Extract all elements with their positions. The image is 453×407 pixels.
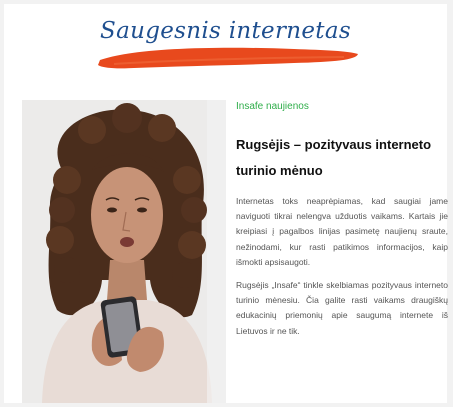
- site-title: Saugesnis internetas: [100, 18, 351, 44]
- newsletter-header: Saugesnis internetas: [4, 4, 447, 84]
- article-category[interactable]: Insafe naujienos: [236, 100, 448, 114]
- article-paragraph: Internetas toks neaprėpiamas, kad saugia…: [236, 196, 448, 267]
- article: Insafe naujienos Rugsėjis – pozityvaus i…: [236, 100, 448, 339]
- article-paragraph: Rugsėjis „Insafe“ tinkle skelbiamas pozi…: [236, 280, 448, 336]
- newsletter-card: Saugesnis internetas Insafe naujienos Ru…: [4, 4, 448, 403]
- photo-icon: [22, 100, 226, 403]
- brush-stroke-decoration: [98, 47, 358, 69]
- article-headline[interactable]: Rugsėjis – pozityvaus interneto turinio …: [236, 132, 448, 184]
- article-photo[interactable]: [22, 100, 226, 403]
